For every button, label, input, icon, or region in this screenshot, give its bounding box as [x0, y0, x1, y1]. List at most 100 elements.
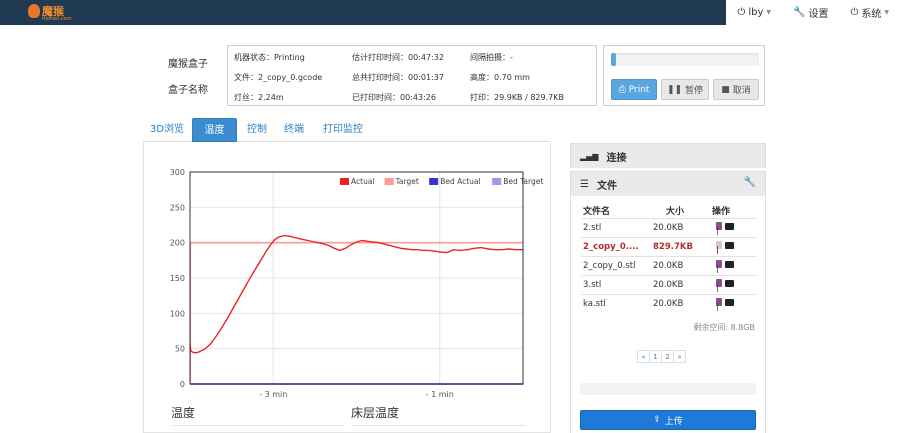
temperature-section-title: 温度: [171, 406, 196, 420]
legend-swatch: [384, 178, 394, 185]
temperature-panel: 0 50 100 150 200 250 300 - 3 min - 1 min Actual Ta…: [143, 142, 551, 433]
signal-icon: ▂▄▆: [580, 151, 599, 161]
settings-menu[interactable]: 🔧 设置: [782, 0, 839, 25]
file-name[interactable]: 2.stl: [583, 223, 601, 233]
file-actions: |: [716, 260, 734, 273]
x-tick-label: - 3 min: [259, 390, 287, 399]
pause-icon: ❚❚: [666, 84, 683, 95]
upload-button[interactable]: ⇪ 上传: [580, 410, 756, 430]
print-button[interactable]: ⎙ Print: [611, 79, 657, 100]
file-name[interactable]: 2_copy_0.stl: [583, 261, 635, 271]
print-height: 高度：0.70 mm: [470, 73, 530, 82]
y-tick-label: 100: [170, 309, 185, 318]
connection-header[interactable]: ▂▄▆ 连接: [571, 144, 765, 168]
file-actions: |: [716, 241, 734, 254]
tab-control[interactable]: 控制: [243, 118, 271, 142]
folder-open-icon[interactable]: [725, 279, 734, 287]
machine-state: 机器状态：Printing: [234, 53, 305, 62]
pause-button[interactable]: ❚❚ 暂停: [661, 79, 709, 100]
navbar-right-menu: ⏻ lby ▼ 🔧 设置 ⏻ 系统 ▼: [726, 0, 900, 25]
system-menu[interactable]: ⏻ 系统 ▼: [839, 0, 900, 25]
settings-label: 设置: [808, 9, 829, 20]
user-menu[interactable]: ⏻ lby ▼: [726, 0, 782, 25]
legend-swatch: [340, 178, 349, 185]
upload-icon: ⇪: [653, 415, 661, 425]
printer-icon: ⎙: [618, 84, 626, 95]
total-print-time: 总共打印时间：00:01:37: [352, 73, 444, 82]
column-header-ops: 操作: [712, 207, 731, 217]
x-tick-label: - 1 min: [426, 390, 454, 399]
y-tick-label: 300: [170, 168, 185, 177]
connection-panel: ▂▄▆ 连接: [570, 143, 766, 168]
folder-open-icon[interactable]: [725, 241, 734, 249]
divider: [171, 425, 344, 426]
legend-entry: Bed Target: [503, 177, 543, 186]
cancel-button[interactable]: ■ 取消: [713, 79, 759, 100]
separator: |: [716, 264, 719, 273]
file-row[interactable]: 2_copy_0.... 829.7KB |: [581, 237, 757, 256]
wrench-icon: 🔧: [793, 7, 806, 18]
file-size: 20.0KB: [653, 299, 684, 309]
printed-time: 已打印时间：00:43:26: [352, 93, 436, 102]
column-header-name: 文件名: [583, 207, 611, 217]
page-next[interactable]: »: [673, 350, 686, 363]
column-header-size: 大小: [666, 207, 685, 217]
top-navbar: 魔猴 mohou.com ⏻ lby ▼ 🔧 设置 ⏻ 系统 ▼: [0, 0, 900, 25]
current-file: 文件：2_copy_0.gcode: [234, 73, 323, 82]
legend-swatch: [429, 178, 439, 185]
tab-terminal[interactable]: 终端: [280, 118, 308, 142]
legend-entry: Bed Actual: [440, 177, 480, 186]
main-tabs: 3D浏览 温度 控制 终端 打印监控: [143, 118, 551, 142]
upload-progress-bar: [580, 383, 756, 395]
files-header[interactable]: ☰ 文件 🔧: [571, 172, 765, 196]
file-name[interactable]: ka.stl: [583, 299, 606, 309]
separator: |: [716, 283, 719, 292]
legend-swatch: [492, 178, 502, 185]
folder-open-icon[interactable]: [725, 260, 734, 268]
y-tick-label: 200: [170, 239, 185, 248]
file-row[interactable]: ka.stl 20.0KB |: [581, 294, 757, 313]
power-icon: ⏻: [850, 7, 859, 18]
free-space: 剩余空间: 8.8GB: [693, 323, 755, 332]
temperature-chart: 0 50 100 150 200 250 300 - 3 min - 1 min Actual Ta…: [170, 168, 544, 399]
wrench-icon[interactable]: 🔧: [744, 177, 756, 188]
file-size: 20.0KB: [653, 280, 684, 290]
file-size: 829.7KB: [653, 242, 693, 252]
print-status-box: 机器状态：Printing 估计打印时间：00:47:32 间隔拍摄：- 文件：…: [227, 45, 597, 106]
file-name[interactable]: 2_copy_0....: [583, 242, 639, 252]
print-progress-bar: [611, 53, 759, 66]
filament-length: 灯丝：2.24m: [234, 93, 284, 102]
legend-entry: Target: [395, 177, 419, 186]
caret-down-icon: ▼: [884, 9, 889, 16]
legend-entry: Actual: [351, 177, 375, 186]
tab-3d-view[interactable]: 3D浏览: [149, 118, 185, 142]
folder-open-icon[interactable]: [725, 298, 734, 306]
y-tick-label: 250: [170, 203, 185, 212]
tab-temperature[interactable]: 温度: [192, 118, 237, 142]
print-control-box: ⎙ Print ❚❚ 暂停 ■ 取消: [603, 45, 765, 106]
list-icon: ☰: [580, 178, 589, 190]
print-progress-fill: [611, 53, 617, 66]
folder-open-icon[interactable]: [725, 222, 734, 230]
separator: |: [716, 302, 719, 311]
file-name[interactable]: 3.stl: [583, 280, 601, 290]
caret-down-icon: ▼: [766, 9, 771, 16]
file-size: 20.0KB: [653, 223, 684, 233]
file-row[interactable]: 2.stl 20.0KB |: [581, 218, 757, 237]
box-name-label: 盒子名称: [168, 85, 208, 96]
file-row[interactable]: 3.stl 20.0KB |: [581, 275, 757, 294]
series-line-actual: [189, 234, 523, 354]
tab-print-monitor[interactable]: 打印监控: [317, 118, 369, 142]
file-row[interactable]: 2_copy_0.stl 20.0KB |: [581, 256, 757, 275]
file-actions: |: [716, 298, 734, 311]
y-tick-label: 0: [180, 380, 185, 389]
bed-temperature-section-title: 床层温度: [351, 406, 400, 420]
pagination: « 1 2 »: [637, 350, 686, 363]
files-panel: ☰ 文件 🔧 文件名 大小 操作 2.stl 20.0KB | 2_copy_0...…: [570, 171, 766, 433]
box-title: 魔猴盒子: [168, 59, 208, 70]
brand-domain: mohou.com: [42, 16, 72, 22]
file-actions: |: [716, 222, 734, 235]
separator: |: [716, 226, 719, 235]
brand-logo[interactable]: 魔猴 mohou.com: [28, 2, 78, 23]
monkey-logo-icon: [28, 4, 40, 18]
